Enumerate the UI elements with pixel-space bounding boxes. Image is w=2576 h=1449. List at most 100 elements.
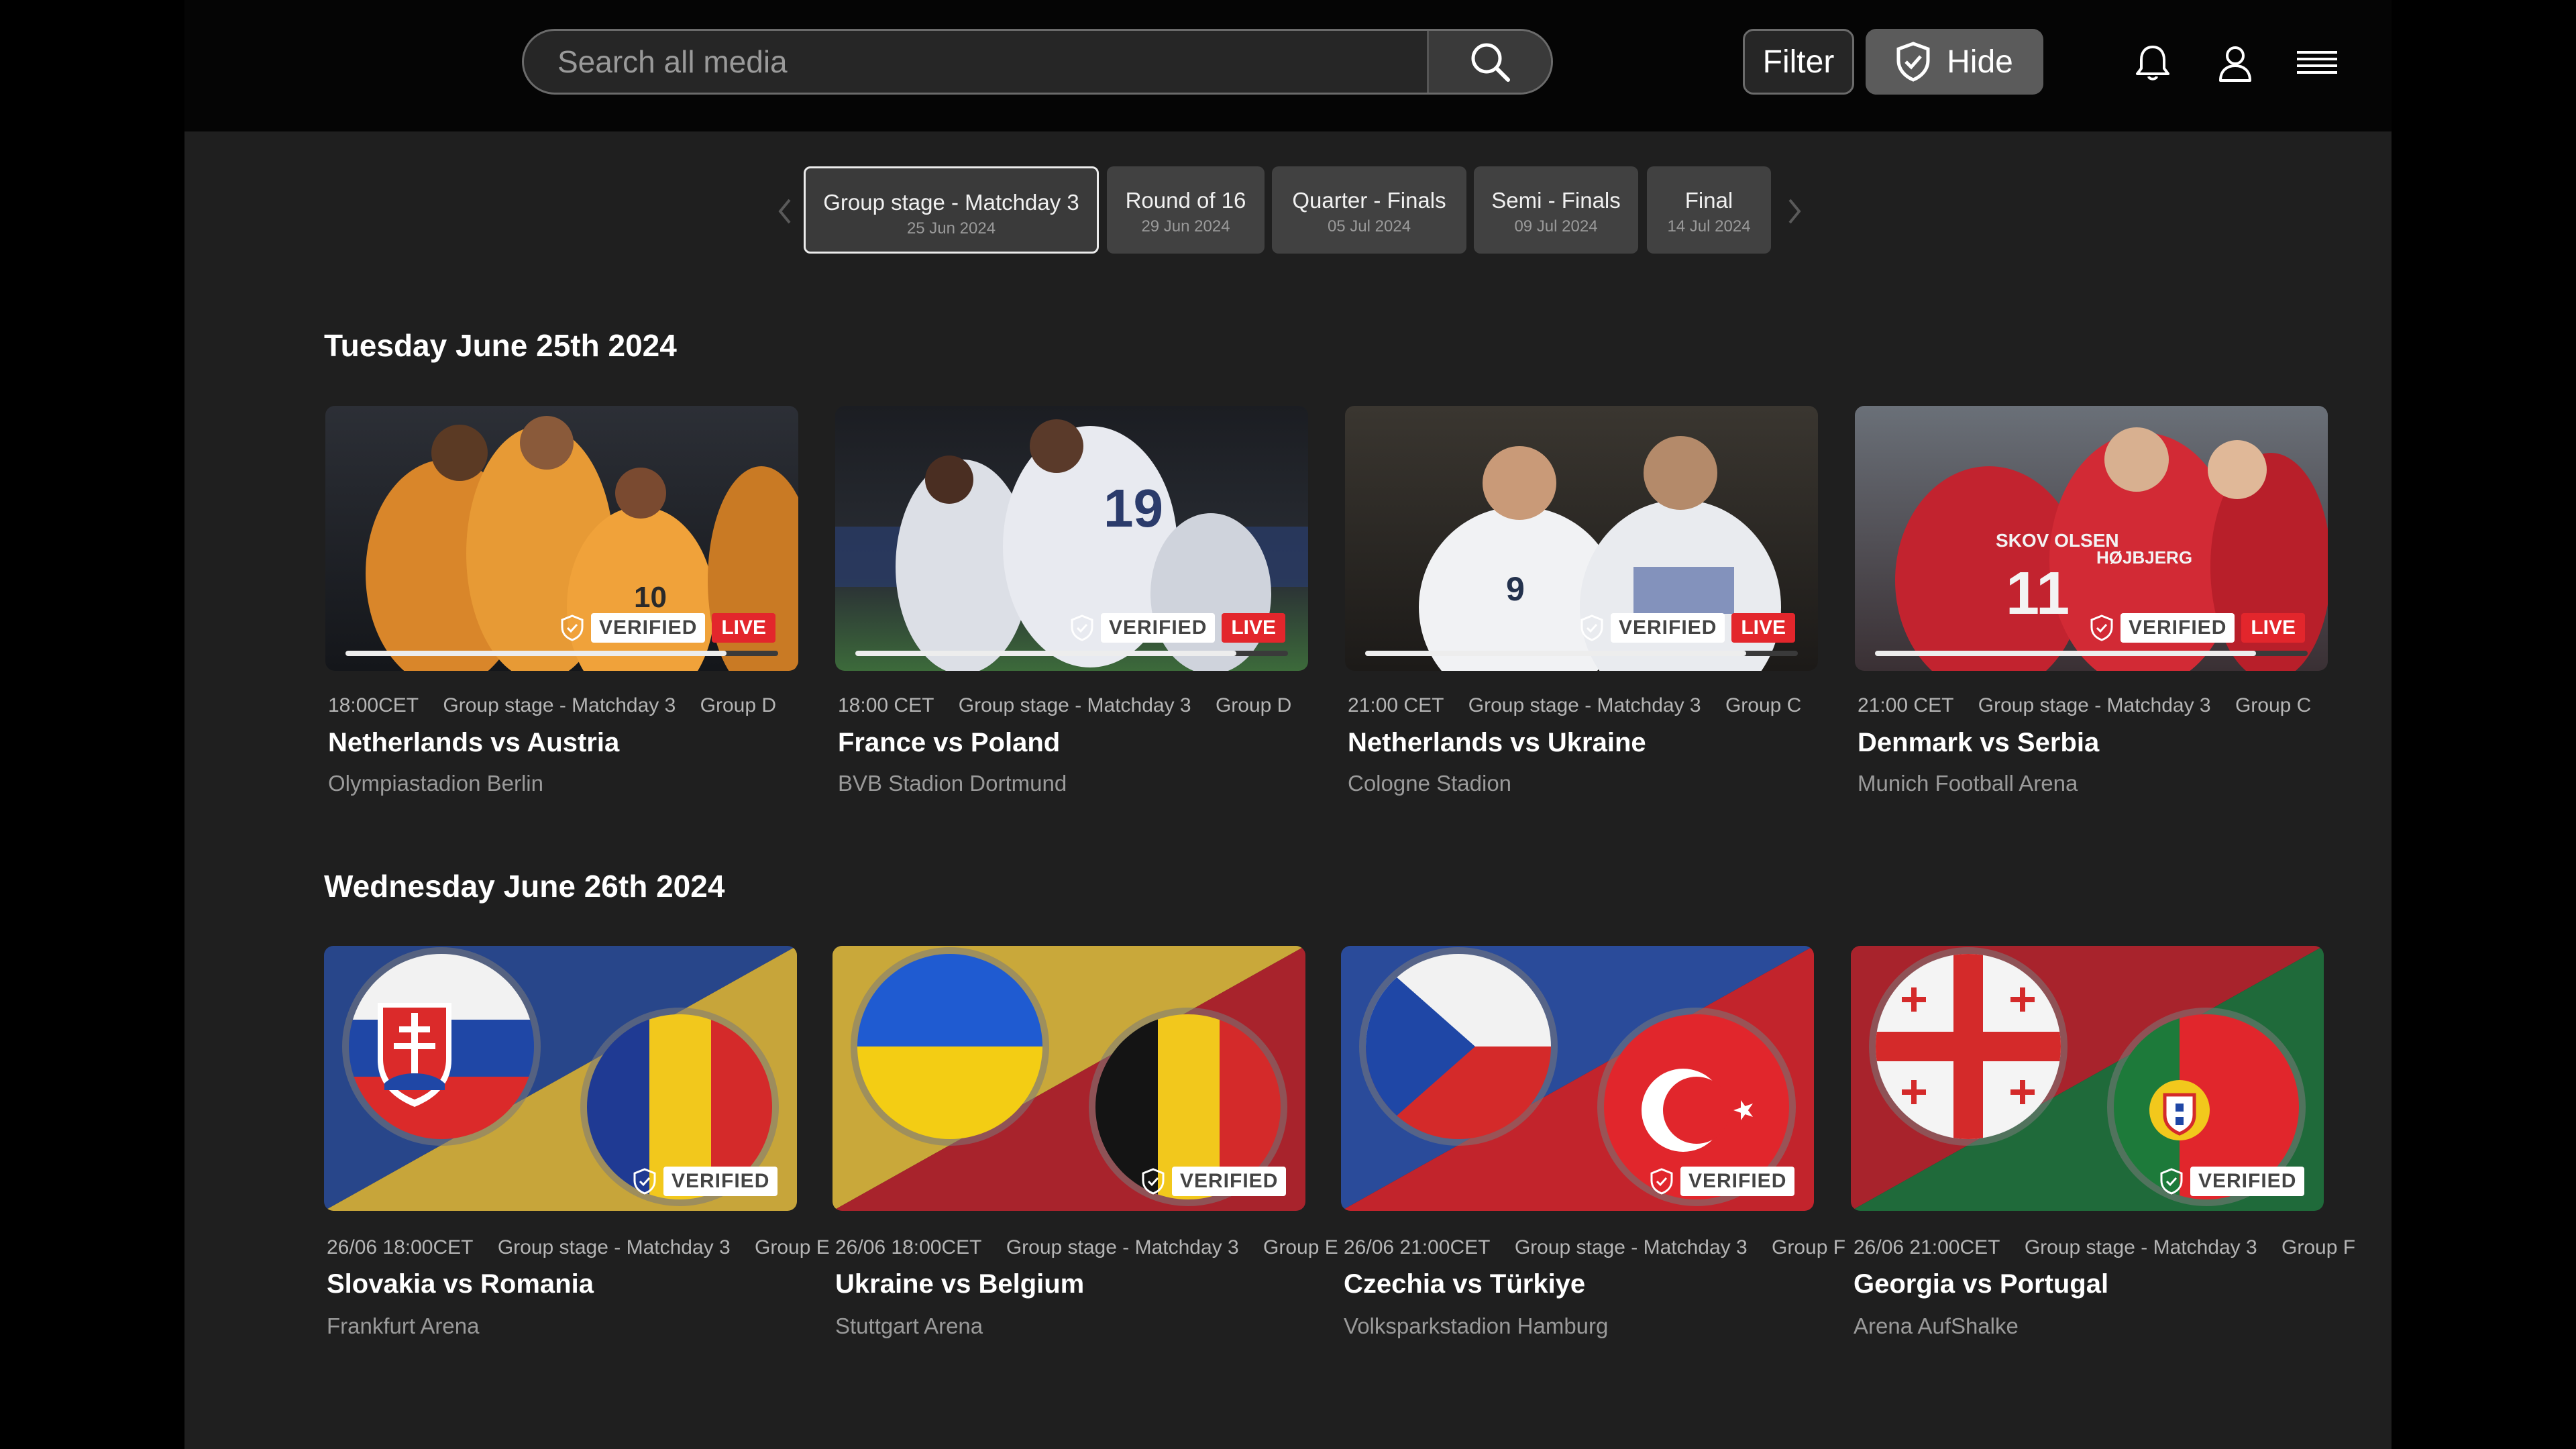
live-badge: LIVE — [1731, 613, 1796, 643]
tab-date: 25 Jun 2024 — [906, 219, 996, 237]
live-badge: LIVE — [2241, 613, 2306, 643]
app-window: Filter Hide Group stage - Matchday 3 — [184, 0, 2392, 1449]
shield-icon — [2090, 614, 2113, 641]
match-card[interactable]: VERIFIED 26/06 21:00CET Group stage - Ma… — [1851, 946, 2355, 1338]
match-time: 26/06 18:00CET — [835, 1236, 982, 1258]
shield-icon — [633, 1168, 656, 1195]
match-card[interactable]: 19 VERIFIED LIVE 18:00 CET Group stage -… — [835, 406, 1308, 796]
shield-icon — [561, 614, 584, 641]
verified-badge: VERIFIED — [2159, 1167, 2305, 1196]
shield-icon — [1142, 1168, 1165, 1195]
filter-button[interactable]: Filter — [1743, 29, 1854, 95]
verified-badge: VERIFIED — [633, 1167, 778, 1196]
search-button[interactable] — [1427, 31, 1551, 93]
verified-label: VERIFIED — [1101, 613, 1216, 643]
match-thumbnail: 19 VERIFIED LIVE — [835, 406, 1308, 671]
shield-icon — [2160, 1168, 2183, 1195]
tab-quarter-finals[interactable]: Quarter - Finals 05 Jul 2024 — [1272, 166, 1466, 254]
match-card[interactable]: VERIFIED 26/06 21:00CET Group stage - Ma… — [1341, 946, 1845, 1338]
tab-label: Semi - Finals — [1491, 188, 1621, 213]
match-time: 26/06 21:00CET — [1344, 1236, 1491, 1258]
tab-date: 05 Jul 2024 — [1327, 217, 1411, 235]
match-group: Group D — [700, 694, 777, 716]
tab-label: Group stage - Matchday 3 — [823, 190, 1079, 215]
match-group: Group E — [1263, 1236, 1338, 1258]
match-card[interactable]: 9 VERIFIED LIVE 21:00 CET Group stage - … — [1345, 406, 1820, 796]
match-title: Georgia vs Portugal — [1854, 1269, 2109, 1299]
live-badge: LIVE — [1222, 613, 1286, 643]
section-title: Wednesday June 26th 2024 — [324, 869, 725, 904]
match-time: 26/06 21:00CET — [1854, 1236, 2000, 1258]
progress-fill — [1875, 651, 2256, 656]
match-group: Group F — [2282, 1236, 2356, 1258]
tab-group-stage-matchday-3[interactable]: Group stage - Matchday 3 25 Jun 2024 — [804, 166, 1099, 254]
match-meta: 21:00 CET Group stage - Matchday 3 Group… — [1348, 694, 1820, 717]
tab-date: 14 Jul 2024 — [1667, 217, 1751, 235]
shield-icon — [1580, 614, 1603, 641]
chevron-right-icon[interactable] — [1784, 195, 1805, 228]
match-card[interactable]: VERIFIED 26/06 18:00CET Group stage - Ma… — [324, 946, 830, 1338]
match-meta: 26/06 18:00CET Group stage - Matchday 3 … — [835, 1236, 1357, 1259]
tab-date: 09 Jul 2024 — [1514, 217, 1598, 235]
chevron-left-icon[interactable] — [775, 195, 795, 228]
bell-icon[interactable] — [2131, 42, 2174, 85]
match-venue: Munich Football Arena — [1858, 771, 2078, 796]
match-venue: Arena AufShalke — [1854, 1313, 2019, 1338]
match-time: 21:00 CET — [1858, 694, 1954, 716]
match-stage: Group stage - Matchday 3 — [497, 1236, 731, 1258]
tab-final[interactable]: Final 14 Jul 2024 — [1647, 166, 1771, 254]
tab-round-of-16[interactable]: Round of 16 29 Jun 2024 — [1107, 166, 1265, 254]
verified-label: VERIFIED — [591, 613, 706, 643]
svg-text:11: 11 — [2006, 560, 2070, 627]
match-title: Czechia vs Türkiye — [1344, 1269, 1586, 1299]
match-stage: Group stage - Matchday 3 — [958, 694, 1191, 716]
match-group: Group C — [2235, 694, 2312, 716]
menu-icon[interactable] — [2296, 42, 2339, 85]
verified-label: VERIFIED — [2121, 613, 2235, 643]
match-stage: Group stage - Matchday 3 — [443, 694, 676, 716]
match-group: Group F — [1772, 1236, 1846, 1258]
match-thumbnail: SKOV OLSEN 11 HØJBJERG VERIFIED LIVE — [1855, 406, 2328, 671]
match-group: Group E — [755, 1236, 830, 1258]
hide-button[interactable]: Hide — [1866, 29, 2043, 95]
match-card[interactable]: VERIFIED 26/06 18:00CET Group stage - Ma… — [833, 946, 1338, 1338]
match-thumbnail: VERIFIED — [833, 946, 1305, 1211]
match-thumbnail: 9 VERIFIED LIVE — [1345, 406, 1818, 671]
verified-badge: VERIFIED LIVE — [2090, 613, 2306, 643]
match-title: Ukraine vs Belgium — [835, 1269, 1085, 1299]
shield-icon — [1650, 1168, 1673, 1195]
progress-bar — [345, 651, 778, 656]
match-stage: Group stage - Matchday 3 — [2024, 1236, 2257, 1258]
verified-label: VERIFIED — [1680, 1167, 1795, 1196]
verified-label: VERIFIED — [663, 1167, 778, 1196]
search-bar — [522, 29, 1553, 95]
search-icon — [1471, 43, 1510, 82]
hide-button-label: Hide — [1947, 44, 2013, 80]
tab-label: Final — [1684, 188, 1733, 213]
tab-label: Round of 16 — [1125, 188, 1246, 213]
match-time: 18:00CET — [328, 694, 419, 716]
verified-label: VERIFIED — [1611, 613, 1725, 643]
match-title: France vs Poland — [838, 728, 1061, 757]
progress-fill — [345, 651, 727, 656]
section-title: Tuesday June 25th 2024 — [324, 328, 677, 363]
progress-bar — [855, 651, 1288, 656]
search-input[interactable] — [524, 31, 1470, 93]
match-time: 21:00 CET — [1348, 694, 1444, 716]
match-meta: 18:00CET Group stage - Matchday 3 Group … — [328, 694, 795, 717]
user-icon[interactable] — [2214, 42, 2257, 85]
progress-bar — [1365, 651, 1798, 656]
match-stage: Group stage - Matchday 3 — [1514, 1236, 1748, 1258]
match-thumbnail: VERIFIED — [1341, 946, 1814, 1211]
match-thumbnail: VERIFIED — [1851, 946, 2324, 1211]
match-venue: Olympiastadion Berlin — [328, 771, 543, 796]
progress-bar — [1875, 651, 2308, 656]
match-card[interactable]: 10 VERIFIED LIVE 18:00CET Group stage - … — [325, 406, 798, 796]
verified-badge: VERIFIED LIVE — [1580, 613, 1796, 643]
match-thumbnail: 10 VERIFIED LIVE — [325, 406, 798, 671]
match-time: 18:00 CET — [838, 694, 934, 716]
match-meta: 26/06 21:00CET Group stage - Matchday 3 … — [1854, 1236, 2374, 1259]
tab-semi-finals[interactable]: Semi - Finals 09 Jul 2024 — [1474, 166, 1638, 254]
match-card[interactable]: SKOV OLSEN 11 HØJBJERG VERIFIED LIVE 21:… — [1855, 406, 2328, 796]
tab-label: Quarter - Finals — [1292, 188, 1446, 213]
